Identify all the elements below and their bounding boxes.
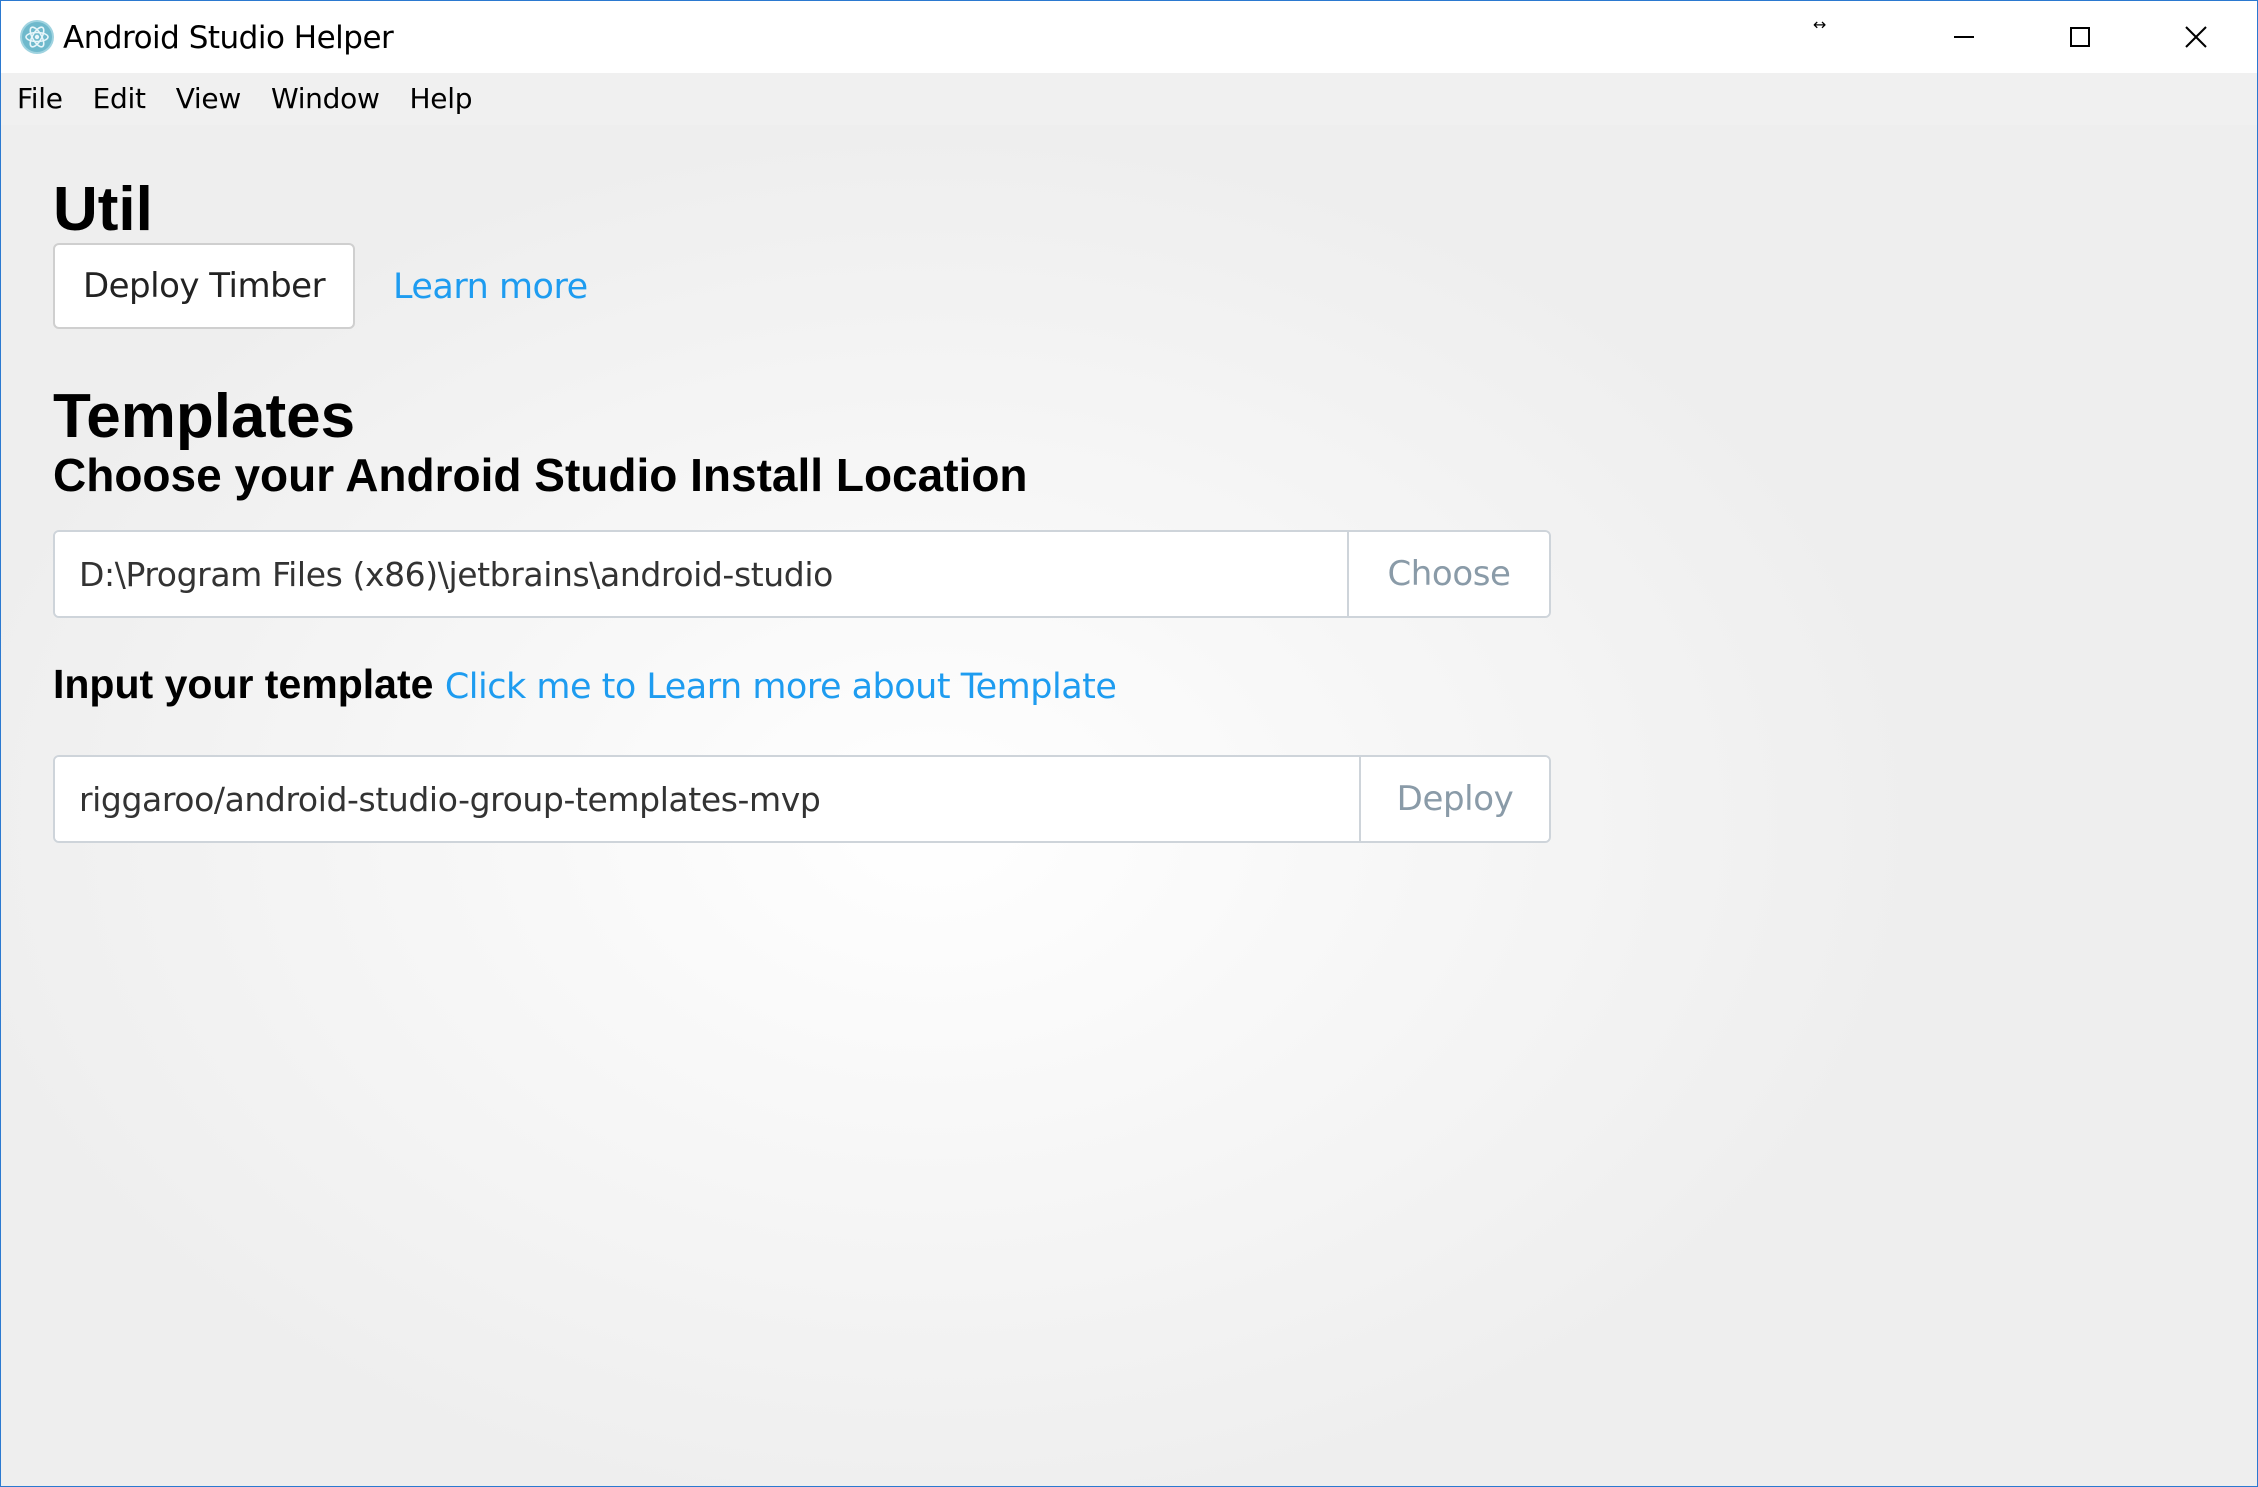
deploy-timber-button[interactable]: Deploy Timber (53, 243, 355, 329)
close-icon (2185, 26, 2207, 48)
install-path-group: Choose (53, 530, 1551, 618)
util-heading: Util (53, 175, 153, 244)
template-input-label: Input your template (53, 661, 434, 707)
title-bar[interactable]: Android Studio Helper ↔ (1, 1, 2257, 73)
learn-template-link[interactable]: Click me to Learn more about Template (445, 667, 1117, 707)
menu-window[interactable]: Window (256, 73, 395, 125)
menu-view[interactable]: View (161, 73, 256, 125)
templates-heading: Templates (53, 382, 356, 451)
template-group: Deploy (53, 755, 1551, 843)
choose-button[interactable]: Choose (1347, 532, 1549, 616)
menu-file[interactable]: File (1, 73, 78, 125)
learn-more-link[interactable]: Learn more (393, 265, 588, 309)
menu-edit[interactable]: Edit (78, 73, 161, 125)
template-input-label-row: Input your template Click me to Learn mo… (53, 659, 1117, 712)
resize-cursor-icon: ↔ (1813, 15, 1827, 34)
main-content: Util Deploy Timber Learn more Templates … (1, 125, 2257, 1486)
minimize-button[interactable] (1906, 1, 2022, 73)
window-title: Android Studio Helper (63, 20, 394, 56)
close-button[interactable] (2138, 1, 2254, 73)
menu-bar: File Edit View Window Help (1, 73, 2257, 125)
maximize-icon (2070, 27, 2090, 47)
template-input[interactable] (55, 757, 1359, 841)
maximize-button[interactable] (2022, 1, 2138, 73)
deploy-button[interactable]: Deploy (1359, 757, 1549, 841)
install-path-input[interactable] (55, 532, 1347, 616)
app-window: Android Studio Helper ↔ File Edit View W… (0, 0, 2258, 1487)
menu-help[interactable]: Help (395, 73, 488, 125)
install-location-heading: Choose your Android Studio Install Locat… (53, 449, 1028, 501)
minimize-icon (1954, 36, 1974, 38)
electron-app-icon (20, 20, 54, 54)
